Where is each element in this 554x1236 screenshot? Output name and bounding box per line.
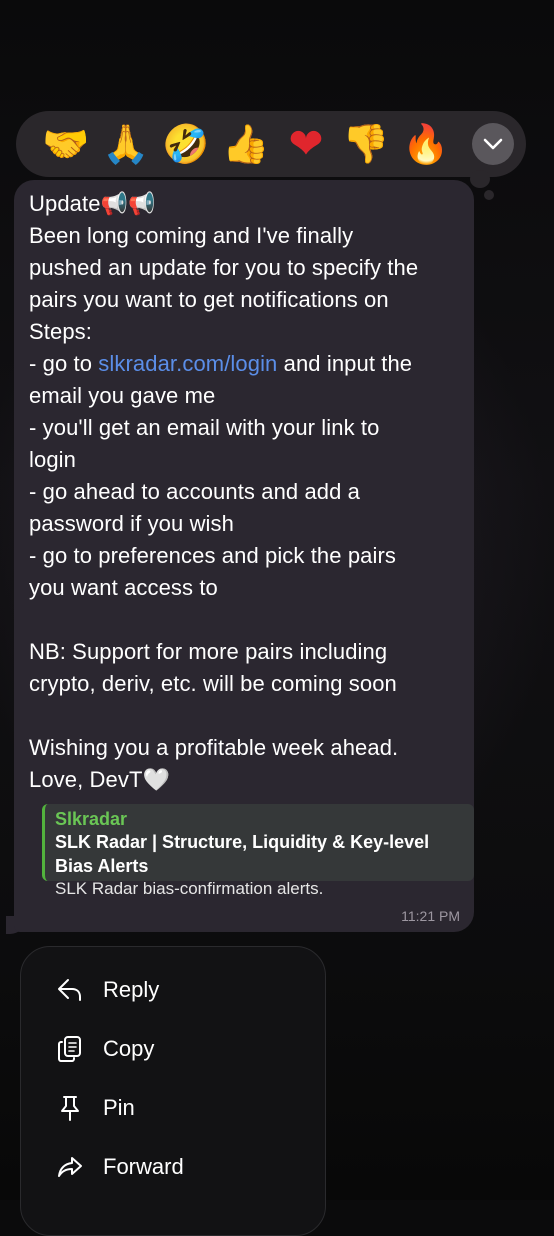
reaction-handshake[interactable]: 🤝: [36, 114, 96, 174]
menu-item-forward-label: Forward: [103, 1154, 184, 1179]
menu-item-reply-label: Reply: [103, 977, 160, 1002]
link-preview-site: Slkradar: [55, 809, 128, 829]
reaction-fire[interactable]: 🔥: [396, 114, 456, 174]
reaction-bar: 🤝 🙏 🤣 👍 ❤ 👍 🔥: [16, 111, 526, 177]
menu-item-copy-label: Copy: [103, 1036, 155, 1061]
reaction-thumbs-down[interactable]: 👍: [336, 114, 396, 174]
message-text: Update📢📢 Been long coming and I've final…: [29, 188, 460, 796]
forward-icon: [55, 1152, 85, 1182]
reply-icon: [55, 975, 85, 1005]
link-preview-title: SLK Radar | Structure, Liquidity & Key-l…: [55, 832, 430, 876]
link-preview-description: SLK Radar bias-confirmation alerts.: [55, 879, 324, 898]
reaction-heart[interactable]: ❤: [276, 114, 336, 174]
message-body-part2: and input the email you gave me - you'll…: [29, 351, 413, 792]
reaction-folded-hands[interactable]: 🙏: [96, 114, 156, 174]
reaction-thumbs-up[interactable]: 👍: [216, 114, 276, 174]
link-preview-card[interactable]: Slkradar SLK Radar | Structure, Liquidit…: [42, 804, 474, 898]
login-link[interactable]: slkradar.com/login: [98, 351, 277, 376]
context-menu: Reply Copy Pin Forward: [20, 946, 326, 1236]
chevron-down-icon: [483, 138, 503, 150]
more-reactions-button[interactable]: [472, 123, 514, 165]
message-timestamp: 11:21 PM: [401, 908, 460, 924]
menu-item-reply[interactable]: Reply: [55, 970, 159, 1010]
menu-item-copy[interactable]: Copy: [55, 1029, 154, 1069]
reaction-bar-tail: [470, 170, 490, 188]
menu-item-pin[interactable]: Pin: [55, 1088, 135, 1128]
menu-item-pin-label: Pin: [103, 1095, 135, 1120]
reaction-rofl[interactable]: 🤣: [156, 114, 216, 174]
reaction-bar-tail-dot: [484, 190, 494, 200]
copy-icon: [55, 1034, 85, 1064]
message-title: Update📢📢: [29, 191, 156, 216]
pin-icon: [55, 1093, 85, 1123]
menu-item-forward[interactable]: Forward: [55, 1147, 184, 1187]
message-bubble[interactable]: Update📢📢 Been long coming and I've final…: [14, 180, 474, 932]
